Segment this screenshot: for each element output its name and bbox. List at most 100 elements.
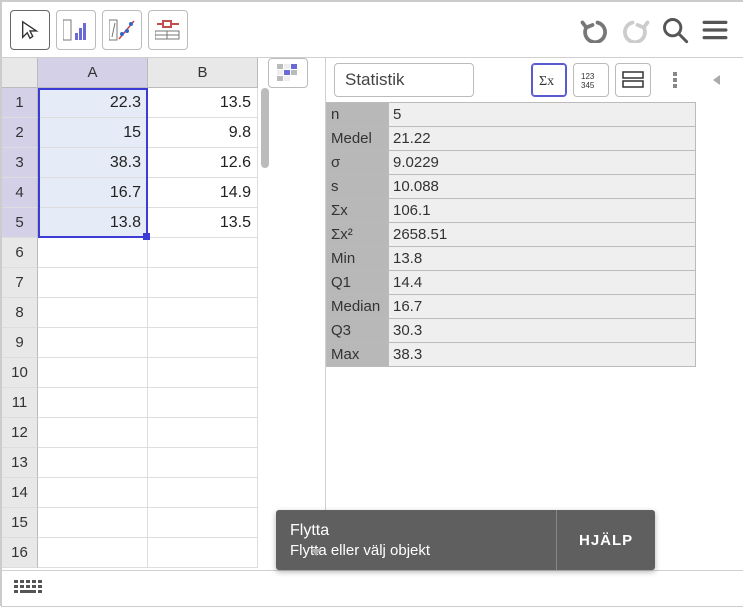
redo-button[interactable] xyxy=(615,10,655,50)
menu-button[interactable] xyxy=(695,10,735,50)
spreadsheet-panel: A B 12345678910111213141516 22.31538.316… xyxy=(2,58,326,570)
stats-row: Medel21.22 xyxy=(327,127,696,151)
undo-button[interactable] xyxy=(575,10,615,50)
stats-row: Q114.4 xyxy=(327,271,696,295)
col-header-B[interactable]: B xyxy=(148,58,258,88)
keyboard-icon xyxy=(14,580,42,598)
stats-value: 38.3 xyxy=(389,343,696,367)
cell[interactable] xyxy=(148,538,258,568)
vscroll-thumb[interactable] xyxy=(261,88,269,168)
row-header[interactable]: 8 xyxy=(2,298,38,328)
sheet-vscroll[interactable] xyxy=(258,88,272,570)
stats-collapse-button[interactable] xyxy=(699,63,735,97)
row-header[interactable]: 2 xyxy=(2,118,38,148)
stats-toolbar: Statistik Σx 123345 xyxy=(326,58,743,102)
undo-icon xyxy=(580,17,610,43)
stats-value: 10.088 xyxy=(389,175,696,199)
row-header[interactable]: 15 xyxy=(2,508,38,538)
cell[interactable]: 14.9 xyxy=(148,178,258,208)
one-var-tool-button[interactable] xyxy=(56,10,96,50)
stats-title-input[interactable]: Statistik xyxy=(334,63,474,97)
tooltip-help-button[interactable]: HJÄLP xyxy=(556,510,655,570)
cell[interactable] xyxy=(38,388,148,418)
show-data-button[interactable]: 123345 xyxy=(573,63,609,97)
cell[interactable]: 13.8 xyxy=(38,208,148,238)
row-header[interactable]: 12 xyxy=(2,418,38,448)
cell[interactable]: 15 xyxy=(38,118,148,148)
sheet-corner[interactable] xyxy=(2,58,38,88)
sigma-x-icon: Σx xyxy=(537,70,561,90)
redo-icon xyxy=(620,17,650,43)
stats-label: n xyxy=(327,103,389,127)
row-header[interactable]: 4 xyxy=(2,178,38,208)
row-header[interactable]: 10 xyxy=(2,358,38,388)
keyboard-button[interactable] xyxy=(8,575,48,603)
cell[interactable] xyxy=(148,328,258,358)
stats-more-button[interactable] xyxy=(657,63,693,97)
cell[interactable] xyxy=(38,418,148,448)
search-button[interactable] xyxy=(655,10,695,50)
cell[interactable] xyxy=(148,508,258,538)
cell[interactable] xyxy=(148,388,258,418)
cell[interactable] xyxy=(148,448,258,478)
stats-value: 9.0229 xyxy=(389,151,696,175)
stats-row: Median16.7 xyxy=(327,295,696,319)
row-header[interactable]: 13 xyxy=(2,448,38,478)
cell[interactable]: 9.8 xyxy=(148,118,258,148)
row-header[interactable]: 9 xyxy=(2,328,38,358)
cell[interactable] xyxy=(148,298,258,328)
panel-collapse-button[interactable] xyxy=(300,538,332,566)
tool-tooltip: Flytta Flytta eller välj objekt HJÄLP xyxy=(276,510,655,570)
stats-row: n5 xyxy=(327,103,696,127)
cell[interactable] xyxy=(38,268,148,298)
cell[interactable] xyxy=(38,478,148,508)
column-header-row: A B xyxy=(2,58,325,88)
stats-row: s10.088 xyxy=(327,175,696,199)
show-statistics-button[interactable]: Σx xyxy=(531,63,567,97)
cells-col-A: 22.31538.316.713.8 xyxy=(38,88,148,570)
cell[interactable] xyxy=(38,328,148,358)
barchart-icon xyxy=(63,19,89,41)
cell[interactable]: 38.3 xyxy=(38,148,148,178)
stats-row: Max38.3 xyxy=(327,343,696,367)
cell[interactable] xyxy=(38,298,148,328)
cell[interactable]: 12.6 xyxy=(148,148,258,178)
stats-label: σ xyxy=(327,151,389,175)
cell[interactable] xyxy=(148,358,258,388)
row-header[interactable]: 6 xyxy=(2,238,38,268)
svg-text:123: 123 xyxy=(581,72,595,81)
move-tool-button[interactable] xyxy=(10,10,50,50)
format-cells-button[interactable] xyxy=(268,58,308,88)
cell[interactable]: 22.3 xyxy=(38,88,148,118)
cell[interactable] xyxy=(38,508,148,538)
row-header[interactable]: 7 xyxy=(2,268,38,298)
stats-label: s xyxy=(327,175,389,199)
stats-body: n5Medel21.22σ9.0229s10.088Σx106.1Σx²2658… xyxy=(326,102,743,570)
cell[interactable] xyxy=(38,238,148,268)
stats-row: Σx²2658.51 xyxy=(327,223,696,247)
cell[interactable]: 16.7 xyxy=(38,178,148,208)
stats-label: Medel xyxy=(327,127,389,151)
col-header-A[interactable]: A xyxy=(38,58,148,88)
cell[interactable] xyxy=(38,448,148,478)
two-var-tool-button[interactable] xyxy=(102,10,142,50)
row-header[interactable]: 1 xyxy=(2,88,38,118)
multi-var-tool-button[interactable] xyxy=(148,10,188,50)
cell[interactable] xyxy=(38,358,148,388)
row-header[interactable]: 3 xyxy=(2,148,38,178)
cell[interactable] xyxy=(148,418,258,448)
row-header[interactable]: 16 xyxy=(2,538,38,568)
cell[interactable] xyxy=(148,268,258,298)
cell[interactable]: 13.5 xyxy=(148,208,258,238)
layout-button[interactable] xyxy=(615,63,651,97)
cell[interactable] xyxy=(148,238,258,268)
row-header[interactable]: 14 xyxy=(2,478,38,508)
cell[interactable] xyxy=(148,478,258,508)
stats-value: 16.7 xyxy=(389,295,696,319)
row-header[interactable]: 5 xyxy=(2,208,38,238)
stats-label: Median xyxy=(327,295,389,319)
cell[interactable] xyxy=(38,538,148,568)
bottom-bar xyxy=(2,570,743,606)
row-header[interactable]: 11 xyxy=(2,388,38,418)
cell[interactable]: 13.5 xyxy=(148,88,258,118)
